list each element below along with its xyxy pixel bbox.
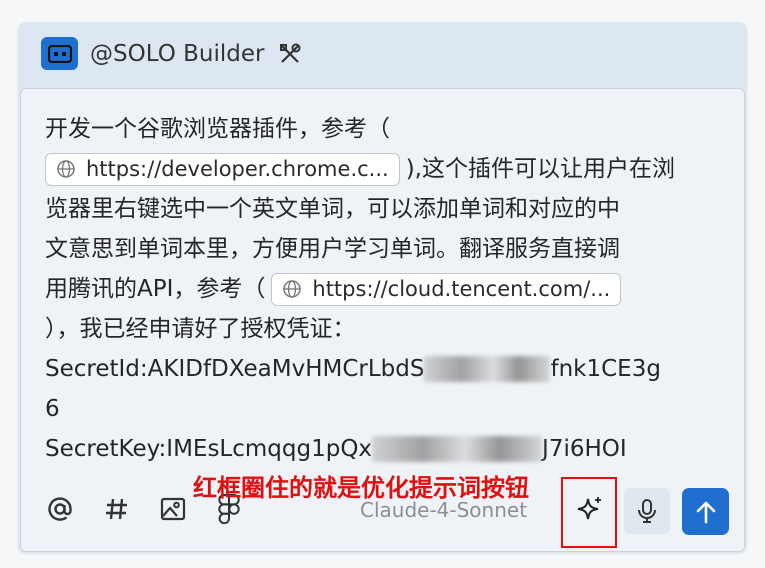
redacted-blur [372,436,543,462]
globe-icon [283,280,302,298]
link-chip-chrome[interactable]: https://developer.chrome.c... [45,152,400,186]
secret-key-line: SecretKey:IMEsLcmqqg1pQx J7i6HOI [45,436,627,462]
voice-input-button[interactable] [624,488,670,534]
text-line: 文意思到单词本里，方便用户学习单词。翻译服务直接调 [45,236,620,262]
image-icon[interactable] [158,494,188,524]
composer-header: @SOLO Builder [18,22,747,88]
text-line: https://developer.chrome.c... ),这个插件可以让用… [45,149,715,189]
text-line: 开发一个谷歌浏览器插件，参考（ [45,116,390,142]
secret-id-line: SecretId:AKIDfDXeaMvHMCrLbdS fnk1CE3g [45,356,661,382]
text-line: 6 [45,396,60,422]
text-line: 用腾讯的API，参考（ https://cloud.tencent.com/..… [45,269,715,309]
globe-icon [57,160,75,178]
text-line: 览器里右键选中一个英文单词，可以添加单词和对应的中 [45,196,620,222]
microphone-icon [638,499,656,523]
link-chip-tencent[interactable]: https://cloud.tencent.com/... [271,272,622,306]
at-icon[interactable] [45,494,75,524]
hash-icon[interactable] [102,494,132,524]
prompt-text[interactable]: 开发一个谷歌浏览器插件，参考（ https://developer.chrome… [45,109,715,469]
tools-icon [280,43,301,63]
agent-name[interactable]: @SOLO Builder [90,38,264,70]
text-line: ），我已经申请好了授权凭证： [45,316,356,342]
annotation-highlight-box [561,477,617,548]
annotation-label: 红框圈住的就是优化提示词按钮 [193,474,529,502]
agent-face-icon [41,37,78,70]
arrow-up-icon [696,501,715,523]
redacted-blur [424,356,551,382]
send-button[interactable] [682,488,729,535]
